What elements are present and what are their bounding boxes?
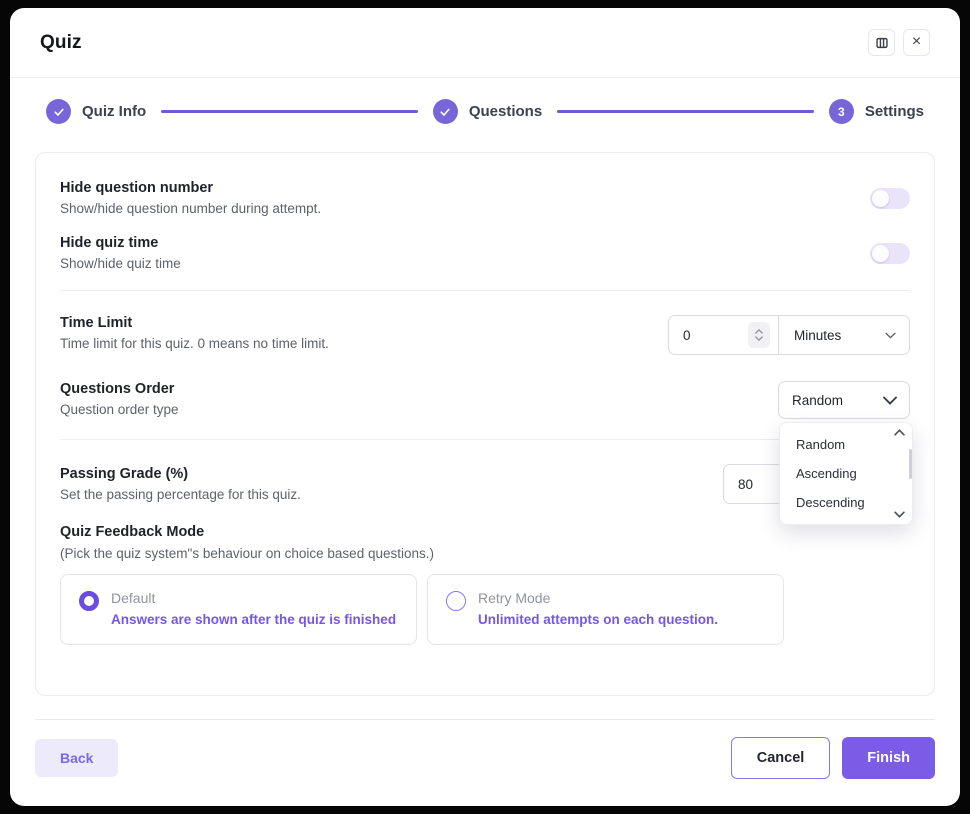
footer-actions: Cancel Finish [731,737,935,779]
time-unit-value: Minutes [794,328,841,343]
option-text: Default Answers are shown after the quiz… [111,590,396,627]
dropdown-scrollbar[interactable] [892,429,907,518]
questions-order-description: Question order type [60,402,179,417]
row-labels: Hide question number Show/hide question … [60,180,321,216]
feedback-mode-description: (Pick the quiz system"s behaviour on cho… [60,546,910,561]
hide-question-number-toggle[interactable] [870,188,910,209]
section-divider [60,290,910,291]
back-button[interactable]: Back [35,739,118,777]
step-settings[interactable]: 3 Settings [829,99,924,124]
step-questions[interactable]: Questions [433,99,542,124]
questions-order-select-wrap: Random Random Ascending Descending [778,381,910,419]
stepper-connector [557,110,814,113]
passing-grade-description: Set the passing percentage for this quiz… [60,487,301,502]
time-limit-input-wrap [669,316,778,354]
hide-quiz-time-toggle[interactable] [870,243,910,264]
feedback-option-default[interactable]: Default Answers are shown after the quiz… [60,574,417,645]
questions-order-value: Random [792,393,843,408]
modal-title: Quiz [40,32,82,54]
row-labels: Hide quiz time Show/hide quiz time [60,235,181,271]
scroll-up-icon [894,429,905,436]
time-limit-title: Time Limit [60,315,329,331]
option-text: Retry Mode Unlimited attempts on each qu… [478,590,718,627]
feedback-mode-options: Default Answers are shown after the quiz… [60,574,910,645]
step-label: Quiz Info [82,103,146,120]
finish-button[interactable]: Finish [842,737,935,779]
chevron-down-icon [883,396,897,405]
step-label: Settings [865,103,924,120]
row-labels: Time Limit Time limit for this quiz. 0 m… [60,315,329,351]
radio-unselected-icon[interactable] [446,591,466,611]
time-limit-description: Time limit for this quiz. 0 means no tim… [60,336,329,351]
radio-selected-icon[interactable] [79,591,99,611]
row-labels: Questions Order Question order type [60,381,179,417]
questions-order-row: Questions Order Question order type Rand… [60,381,910,419]
questions-order-select[interactable]: Random [778,381,910,419]
time-limit-control: Minutes [668,315,910,355]
scroll-down-icon [894,511,905,518]
hide-question-number-description: Show/hide question number during attempt… [60,201,321,216]
hide-question-number-row: Hide question number Show/hide question … [60,180,910,216]
scrollbar-thumb[interactable] [909,449,912,479]
feedback-mode-section: Quiz Feedback Mode (Pick the quiz system… [60,524,910,645]
chevron-up-icon [755,329,763,334]
close-button[interactable]: × [903,29,930,56]
toggle-knob [872,245,889,262]
cancel-button[interactable]: Cancel [731,737,831,779]
columns-icon [875,36,889,50]
feedback-option-label: Retry Mode [478,590,718,606]
time-unit-select[interactable]: Minutes [778,316,909,354]
feedback-mode-title: Quiz Feedback Mode [60,524,910,540]
quiz-modal: Quiz × Quiz Info [10,8,960,806]
settings-card: Hide question number Show/hide question … [35,152,935,696]
passing-grade-title: Passing Grade (%) [60,466,301,482]
hide-quiz-time-row: Hide quiz time Show/hide quiz time [60,235,910,271]
step-quiz-info[interactable]: Quiz Info [46,99,146,124]
hide-question-number-title: Hide question number [60,180,321,196]
header-actions: × [868,29,930,56]
row-labels: Passing Grade (%) Set the passing percen… [60,466,301,502]
step-check-icon [46,99,71,124]
chevron-down-icon [885,332,896,339]
feedback-option-retry-mode[interactable]: Retry Mode Unlimited attempts on each qu… [427,574,784,645]
number-stepper[interactable] [748,322,770,348]
modal-header: Quiz × [10,8,960,78]
time-limit-row: Time Limit Time limit for this quiz. 0 m… [60,315,910,355]
close-icon: × [912,34,921,50]
step-check-icon [433,99,458,124]
modal-footer: Back Cancel Finish [35,719,935,806]
time-limit-input[interactable] [683,328,748,343]
feedback-option-label: Default [111,590,396,606]
panel-layout-button[interactable] [868,29,895,56]
hide-quiz-time-description: Show/hide quiz time [60,256,181,271]
questions-order-dropdown: Random Ascending Descending [779,422,913,525]
questions-order-title: Questions Order [60,381,179,397]
chevron-down-icon [755,336,763,341]
stepper-connector [161,110,418,113]
toggle-knob [872,190,889,207]
step-number: 3 [829,99,854,124]
wizard-stepper: Quiz Info Questions 3 Settings [46,99,924,124]
feedback-option-description: Unlimited attempts on each question. [478,612,718,627]
step-label: Questions [469,103,542,120]
feedback-option-description: Answers are shown after the quiz is fini… [111,612,396,627]
hide-quiz-time-title: Hide quiz time [60,235,181,251]
